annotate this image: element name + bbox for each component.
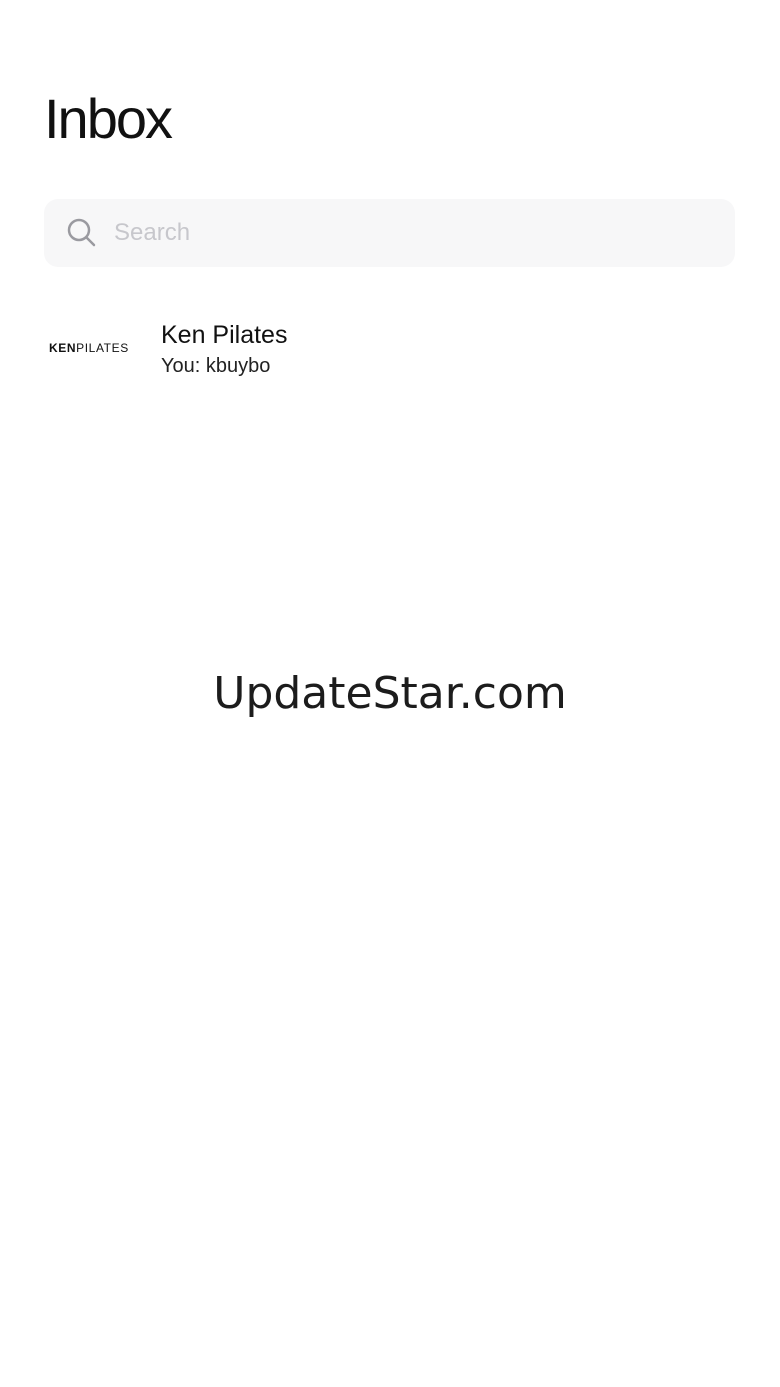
inbox-screen: Inbox KENPILATES Ken Pilates You: kbuybo… bbox=[0, 0, 780, 1387]
search-bar[interactable] bbox=[44, 199, 735, 267]
page-title: Inbox bbox=[44, 87, 173, 150]
search-icon bbox=[66, 217, 98, 249]
avatar-logo: KENPILATES bbox=[49, 341, 129, 355]
search-input[interactable] bbox=[114, 213, 714, 253]
avatar: KENPILATES bbox=[44, 308, 132, 388]
conversation-item[interactable]: KENPILATES Ken Pilates You: kbuybo bbox=[44, 304, 735, 392]
watermark: UpdateStar.com bbox=[213, 668, 567, 719]
conversation-preview: You: kbuybo bbox=[161, 355, 271, 377]
conversation-name: Ken Pilates bbox=[161, 321, 288, 349]
